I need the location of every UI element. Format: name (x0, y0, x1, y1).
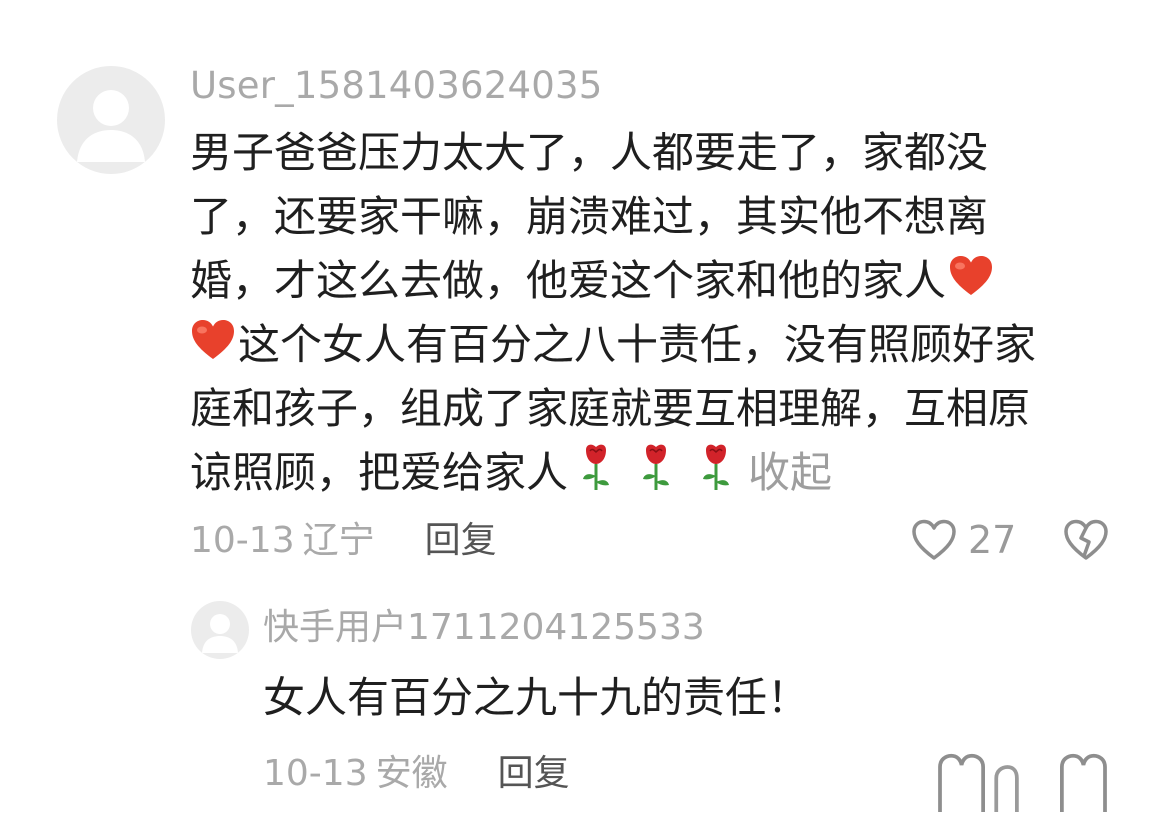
comment-line: 庭和孩子，组成了家庭就要互相理解，互相原 (190, 384, 1031, 433)
like-button[interactable]: 27 (910, 518, 1016, 562)
reply-date: 10-13 (263, 753, 368, 794)
comment-line: 了，还要家干嘛，崩溃难过，其实他不想离 (190, 192, 989, 241)
default-user-icon (202, 614, 238, 653)
broken-heart-icon (1064, 519, 1108, 560)
comment-item: User_1581403624035 男子爸爸压力太大了，人都要走了，家都没 了… (0, 0, 1170, 590)
reply-button[interactable]: 回复 (498, 753, 570, 794)
dislike-button[interactable] (1062, 518, 1110, 562)
rose-emoji-icon (576, 442, 616, 510)
heart-emoji-icon (948, 252, 994, 316)
heart-outline-icon (912, 519, 956, 560)
reply-username[interactable]: 快手用户1711204125533 (263, 606, 705, 650)
comment-line: 男子爸爸压力太大了，人都要走了，家都没 (190, 128, 989, 177)
reply-location: 安徽 (375, 753, 448, 794)
comment-line: 这个女人有百分之八十责任，没有照顾好家 (190, 313, 1120, 377)
comment-line: 婚，才这么去做，他爱这个家和他的家人 (190, 249, 1120, 313)
comment-line-text: 谅照顾，把爱给家人 (190, 448, 569, 497)
heart-emoji-icon (190, 316, 236, 380)
reply-meta: 10-13 安徽 回复 (263, 752, 570, 796)
comment-line: 谅照顾，把爱给家人 收起 (190, 441, 1120, 505)
reply-button[interactable]: 回复 (425, 520, 497, 561)
comment-meta: 10-13 辽宁 回复 (190, 519, 497, 563)
rose-emoji-icon (696, 442, 736, 510)
like-count: 27 (968, 518, 1017, 562)
comment-line-text: 这个女人有百分之八十责任，没有照顾好家 (238, 320, 1037, 369)
comment-body: 男子爸爸压力太大了，人都要走了，家都没 了，还要家干嘛，崩溃难过，其实他不想离 … (190, 121, 1120, 505)
cropped-like-icons (938, 753, 1107, 812)
reply-body: 女人有百分之九十九的责任！ (263, 673, 810, 722)
rose-emoji-icon (636, 442, 676, 510)
default-user-icon (77, 90, 145, 162)
comment-location: 辽宁 (302, 520, 375, 561)
collapse-link[interactable]: 收起 (748, 448, 832, 497)
comment-username[interactable]: User_1581403624035 (190, 64, 602, 108)
comment-date: 10-13 (190, 520, 295, 561)
avatar[interactable] (191, 601, 249, 659)
avatar[interactable] (57, 66, 165, 174)
comment-line-text: 婚，才这么去做，他爱这个家和他的家人 (190, 256, 947, 305)
